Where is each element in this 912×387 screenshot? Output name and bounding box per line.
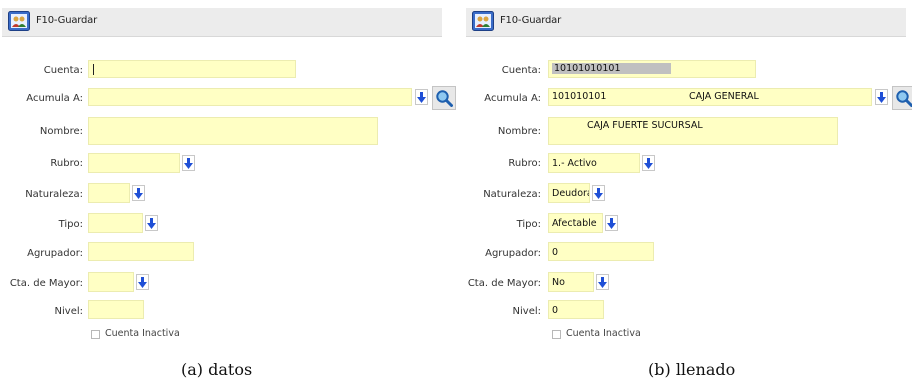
acumula-input[interactable]: 101010101 CAJA GENERAL xyxy=(548,88,872,106)
nombre-input[interactable] xyxy=(88,117,378,145)
toolbar: F10-Guardar xyxy=(466,8,906,37)
naturaleza-dropdown-arrow-icon[interactable] xyxy=(132,185,145,201)
tipo-dropdown-arrow-icon[interactable] xyxy=(145,215,158,231)
agrupador-label: Agrupador: xyxy=(485,248,541,259)
cuenta-inactiva-checkbox[interactable] xyxy=(91,330,100,339)
nombre-label: Nombre: xyxy=(39,126,83,137)
cta-mayor-dropdown-arrow-icon[interactable] xyxy=(136,274,149,290)
nivel-input[interactable]: 0 xyxy=(548,300,604,319)
nombre-value: CAJA FUERTE SUCURSAL xyxy=(587,120,703,131)
tipo-label: Tipo: xyxy=(58,219,83,230)
acumula-label: Acumula A: xyxy=(26,93,83,104)
save-button[interactable] xyxy=(8,10,32,32)
tipo-select[interactable] xyxy=(88,213,143,233)
tipo-label: Tipo: xyxy=(516,219,541,230)
acumula-dropdown-arrow-icon[interactable] xyxy=(875,89,888,105)
save-people-icon xyxy=(472,11,494,31)
agrupador-input[interactable] xyxy=(88,242,194,261)
acumula-name: CAJA GENERAL xyxy=(689,91,759,102)
rubro-dropdown-arrow-icon[interactable] xyxy=(642,155,655,171)
cuenta-value: 10101010101 xyxy=(552,63,671,74)
save-label: F10-Guardar xyxy=(500,15,561,26)
cta-mayor-label: Cta. de Mayor: xyxy=(467,278,541,289)
tipo-value: Afectable xyxy=(552,218,597,229)
rubro-value: 1.- Activo xyxy=(552,158,597,169)
cta-mayor-value: No xyxy=(552,277,565,288)
nombre-label: Nombre: xyxy=(497,126,541,137)
caption-a: (a) datos xyxy=(181,360,253,379)
cuenta-input[interactable]: 10101010101 xyxy=(548,60,756,78)
naturaleza-dropdown-arrow-icon[interactable] xyxy=(592,185,605,201)
acumula-dropdown-arrow-icon[interactable] xyxy=(415,89,428,105)
tipo-dropdown-arrow-icon[interactable] xyxy=(605,215,618,231)
cta-mayor-select[interactable]: No xyxy=(548,272,594,292)
agrupador-input[interactable]: 0 xyxy=(548,242,654,261)
cuenta-inactiva-checkbox[interactable] xyxy=(552,330,561,339)
form-panel-datos: F10-Guardar Cuenta: Acumula A: Nombre: R… xyxy=(2,0,456,350)
acumula-code: 101010101 xyxy=(552,91,607,102)
text-caret xyxy=(93,64,94,75)
naturaleza-value: Deudora xyxy=(552,188,590,199)
rubro-select[interactable] xyxy=(88,153,180,173)
form-panel-llenado: F10-Guardar Cuenta: 10101010101 Acumula … xyxy=(466,0,912,350)
search-icon[interactable] xyxy=(892,86,912,110)
agrupador-value: 0 xyxy=(552,247,559,258)
acumula-label: Acumula A: xyxy=(484,93,541,104)
cuenta-input[interactable] xyxy=(88,60,296,78)
nivel-label: Nivel: xyxy=(54,306,83,317)
rubro-label: Rubro: xyxy=(508,158,541,169)
rubro-label: Rubro: xyxy=(50,158,83,169)
acumula-input[interactable] xyxy=(88,88,412,106)
cta-mayor-select[interactable] xyxy=(88,272,134,292)
save-label: F10-Guardar xyxy=(36,15,97,26)
caption-b: (b) llenado xyxy=(648,360,736,379)
nivel-input[interactable] xyxy=(88,300,144,319)
cuenta-label: Cuenta: xyxy=(43,65,83,76)
cuenta-inactiva-label: Cuenta Inactiva xyxy=(566,328,641,339)
naturaleza-label: Naturaleza: xyxy=(25,189,83,200)
nivel-label: Nivel: xyxy=(512,306,541,317)
save-people-icon xyxy=(8,11,30,31)
agrupador-label: Agrupador: xyxy=(27,248,83,259)
naturaleza-label: Naturaleza: xyxy=(483,189,541,200)
naturaleza-select[interactable] xyxy=(88,183,130,203)
cta-mayor-dropdown-arrow-icon[interactable] xyxy=(596,274,609,290)
toolbar: F10-Guardar xyxy=(2,8,442,37)
nombre-input[interactable]: CAJA FUERTE SUCURSAL xyxy=(548,117,838,145)
naturaleza-select[interactable]: Deudora xyxy=(548,183,590,203)
cta-mayor-label: Cta. de Mayor: xyxy=(9,278,83,289)
cuenta-label: Cuenta: xyxy=(501,65,541,76)
rubro-select[interactable]: 1.- Activo xyxy=(548,153,640,173)
search-icon[interactable] xyxy=(432,86,456,110)
nivel-value: 0 xyxy=(552,305,559,316)
cuenta-inactiva-label: Cuenta Inactiva xyxy=(105,328,180,339)
tipo-select[interactable]: Afectable xyxy=(548,213,603,233)
rubro-dropdown-arrow-icon[interactable] xyxy=(182,155,195,171)
save-button[interactable] xyxy=(472,10,496,32)
